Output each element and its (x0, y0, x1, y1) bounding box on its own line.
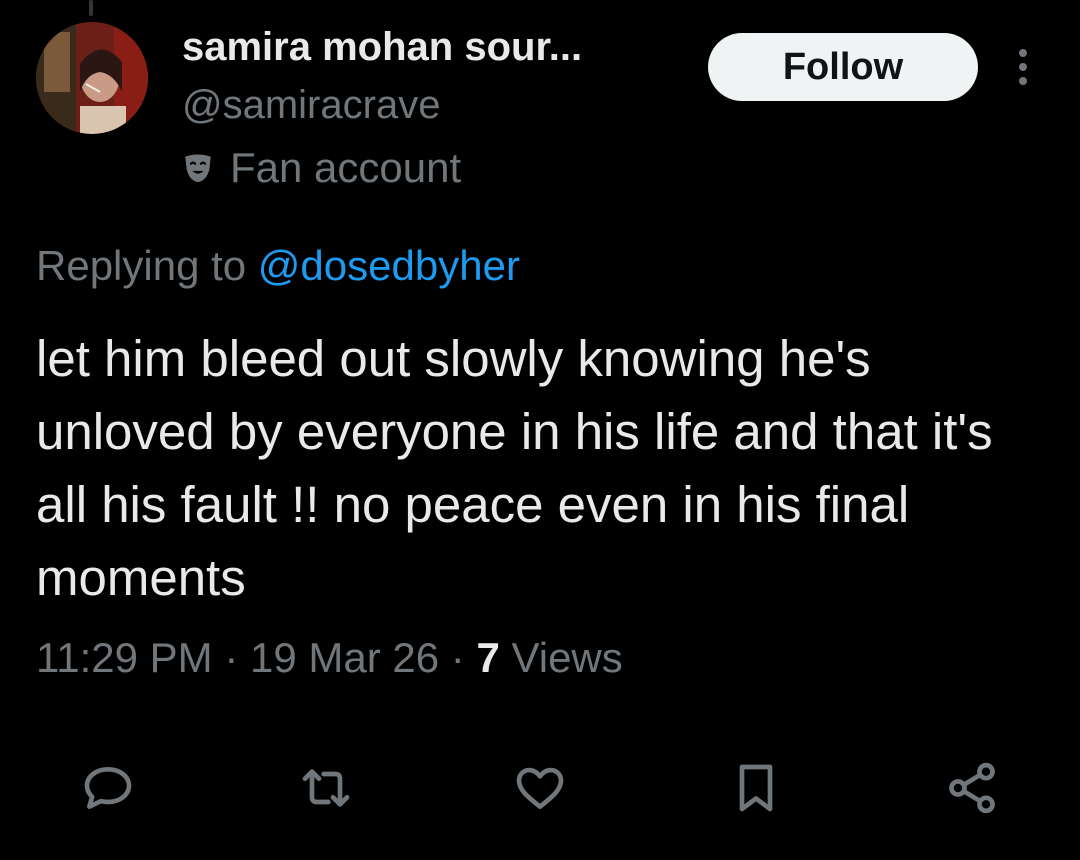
tweet-time[interactable]: 11:29 PM (36, 634, 213, 681)
theater-mask-icon (178, 148, 218, 188)
tweet-date[interactable]: 19 Mar 26 (250, 634, 439, 681)
meta-separator: · (224, 634, 239, 681)
fan-account-badge: Fan account (178, 142, 461, 194)
bookmark-icon[interactable] (724, 756, 788, 820)
follow-button[interactable]: Follow (708, 33, 978, 101)
reply-bubble-icon[interactable] (76, 756, 140, 820)
heart-icon[interactable] (508, 756, 572, 820)
repost-arrows-icon[interactable] (294, 756, 358, 820)
avatar[interactable] (36, 22, 148, 134)
share-nodes-icon[interactable] (940, 756, 1004, 820)
author-handle[interactable]: @samiracrave (182, 80, 440, 130)
views-label: Views (511, 634, 623, 681)
views-count: 7 (476, 634, 500, 681)
reply-context: Replying to @dosedbyher (36, 238, 520, 294)
meta-separator: · (450, 634, 465, 681)
author-display-name[interactable]: samira mohan sour... (182, 22, 682, 72)
reply-context-prefix: Replying to (36, 242, 247, 289)
more-vertical-icon[interactable] (1006, 42, 1040, 92)
badge-label: Fan account (230, 144, 462, 191)
thread-line (89, 0, 93, 16)
reply-mention-link[interactable]: @dosedbyher (258, 242, 520, 289)
tweet-meta: 11:29 PM · 19 Mar 26 · 7 Views (36, 628, 623, 688)
tweet-text: let him bleed out slowly knowing he's un… (36, 330, 993, 606)
